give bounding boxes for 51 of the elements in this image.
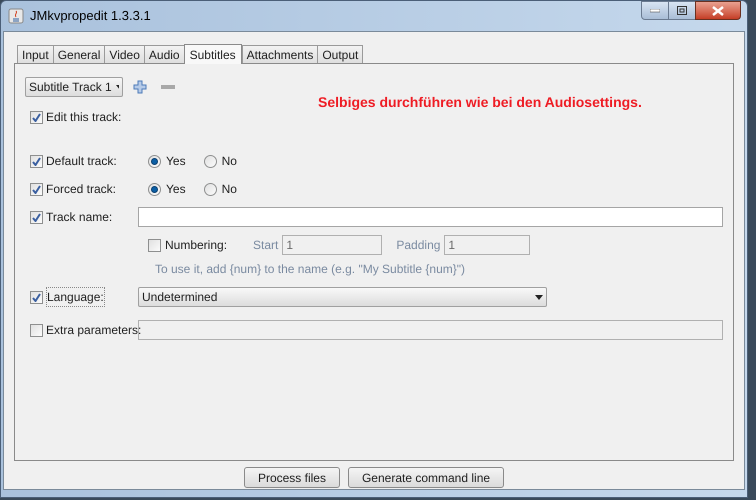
field-label: Default track: bbox=[46, 153, 117, 170]
radio-button[interactable] bbox=[148, 182, 161, 196]
field-label: Edit this track: bbox=[46, 109, 122, 126]
field-label: Forced track: bbox=[46, 181, 116, 198]
maximize-icon bbox=[677, 6, 687, 15]
hint-text: To use it, add {num} to the name (e.g. "My Subtitle {num}") bbox=[154, 261, 466, 278]
start-field[interactable]: 1 bbox=[282, 235, 382, 255]
close-icon bbox=[712, 6, 724, 16]
minimize-icon bbox=[650, 8, 660, 12]
language-dropdown[interactable]: Undetermined bbox=[138, 287, 547, 307]
checkbox[interactable] bbox=[148, 238, 161, 252]
maximize-button[interactable] bbox=[669, 1, 695, 20]
tab[interactable]: Audio bbox=[144, 45, 185, 63]
text-field[interactable] bbox=[138, 207, 723, 227]
generate-command-line-button[interactable]: Generate command line bbox=[348, 467, 504, 488]
tab[interactable]: Attachments bbox=[242, 45, 318, 63]
caret-icon bbox=[116, 84, 119, 90]
radio-label: No bbox=[222, 181, 237, 198]
field-label: Numbering: bbox=[165, 237, 228, 254]
checkbox[interactable] bbox=[30, 154, 43, 168]
plus-icon[interactable] bbox=[133, 80, 147, 94]
radio-button[interactable] bbox=[204, 182, 217, 196]
track-dropdown[interactable]: Subtitle Track 1 bbox=[25, 77, 123, 97]
tab[interactable]: Input bbox=[17, 45, 54, 63]
checkbox[interactable] bbox=[30, 290, 43, 304]
radio-button[interactable] bbox=[204, 154, 217, 168]
checkbox[interactable] bbox=[30, 210, 43, 224]
tab[interactable]: General bbox=[52, 45, 106, 63]
field-label: Extra parameters: bbox=[46, 322, 142, 339]
tab[interactable]: Output bbox=[317, 45, 364, 63]
tab[interactable]: Video bbox=[104, 45, 145, 63]
process-files-button[interactable]: Process files bbox=[244, 467, 340, 488]
padding-field[interactable]: 1 bbox=[444, 235, 530, 255]
tab[interactable]: Subtitles bbox=[184, 44, 242, 64]
radio-label: Yes bbox=[166, 181, 186, 198]
checkbox[interactable] bbox=[30, 182, 43, 196]
caret-icon bbox=[535, 294, 543, 300]
field-label: Start bbox=[253, 237, 278, 254]
checkbox[interactable] bbox=[30, 110, 43, 124]
close-button[interactable] bbox=[695, 1, 741, 20]
minimize-button[interactable] bbox=[641, 1, 669, 20]
app-icon bbox=[8, 8, 24, 24]
radio-label: No bbox=[222, 153, 237, 170]
radio-button[interactable] bbox=[148, 154, 161, 168]
annotation-text: Selbiges durchführen wie bei den Audiosettings. bbox=[318, 93, 642, 112]
field-label: Track name: bbox=[46, 209, 112, 226]
field-label: Padding bbox=[396, 237, 440, 254]
checkbox[interactable] bbox=[30, 324, 43, 336]
radio-label: Yes bbox=[166, 153, 186, 170]
field-label: Language: bbox=[46, 287, 105, 307]
window-title: JMkvpropedit 1.3.3.1 bbox=[30, 7, 151, 26]
